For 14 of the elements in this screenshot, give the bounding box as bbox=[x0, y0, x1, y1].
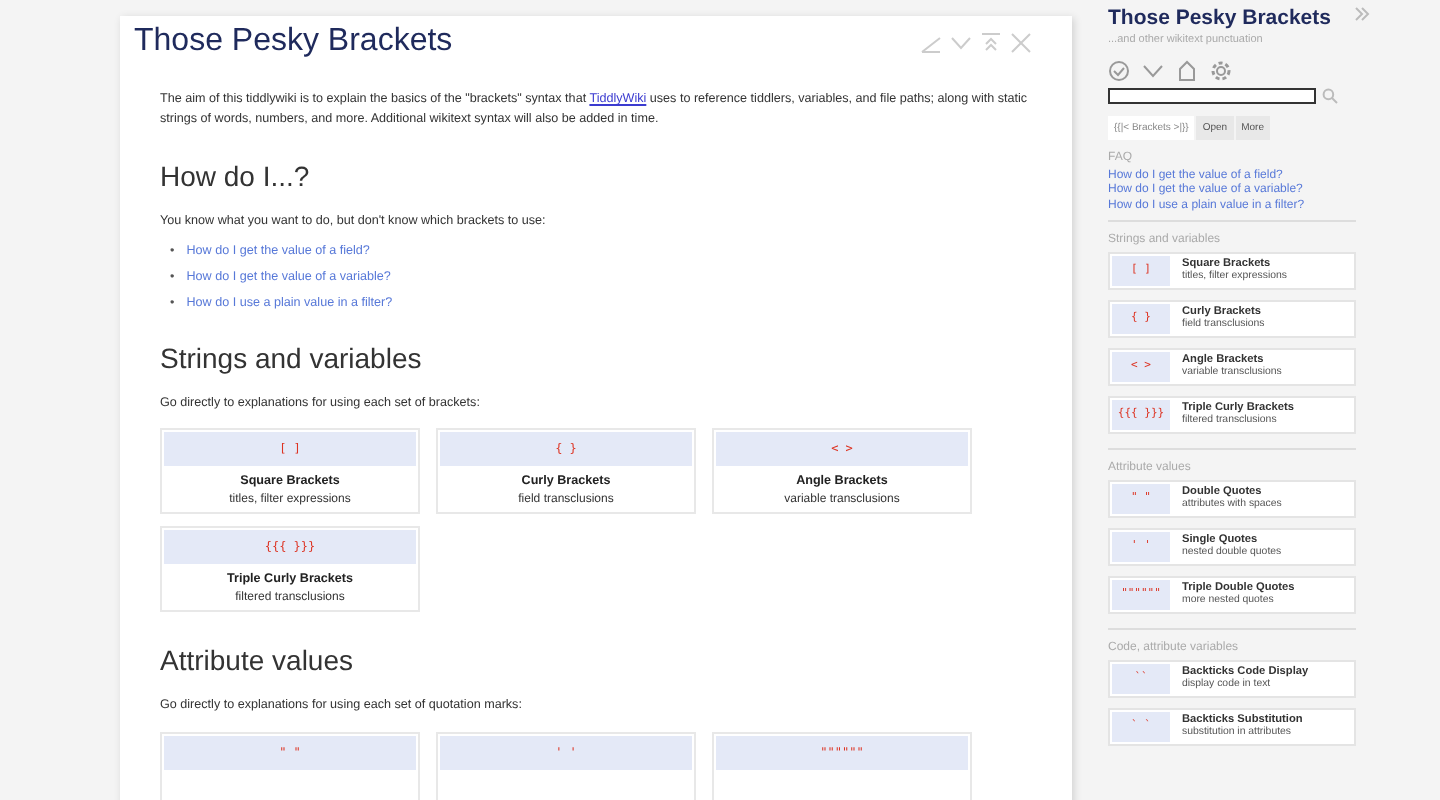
story-title: Those Pesky Brackets bbox=[134, 24, 453, 60]
close-icon[interactable] bbox=[1010, 31, 1032, 53]
site-title: Those Pesky Brackets bbox=[1108, 6, 1331, 30]
collapse-sidebar-icon[interactable] bbox=[1354, 6, 1370, 22]
chevron-down-icon[interactable] bbox=[1142, 60, 1164, 82]
home-icon[interactable] bbox=[1176, 60, 1198, 82]
section-heading: Attribute values bbox=[160, 644, 355, 676]
search-field[interactable] bbox=[1108, 88, 1316, 104]
edit-icon[interactable] bbox=[920, 31, 942, 53]
search-icon[interactable] bbox=[1322, 88, 1338, 104]
settings-icon[interactable] bbox=[1210, 60, 1232, 82]
section-heading: Strings and variables bbox=[160, 341, 424, 373]
section-heading: How do I...? bbox=[160, 160, 312, 192]
check-circle-icon[interactable] bbox=[1108, 60, 1130, 82]
